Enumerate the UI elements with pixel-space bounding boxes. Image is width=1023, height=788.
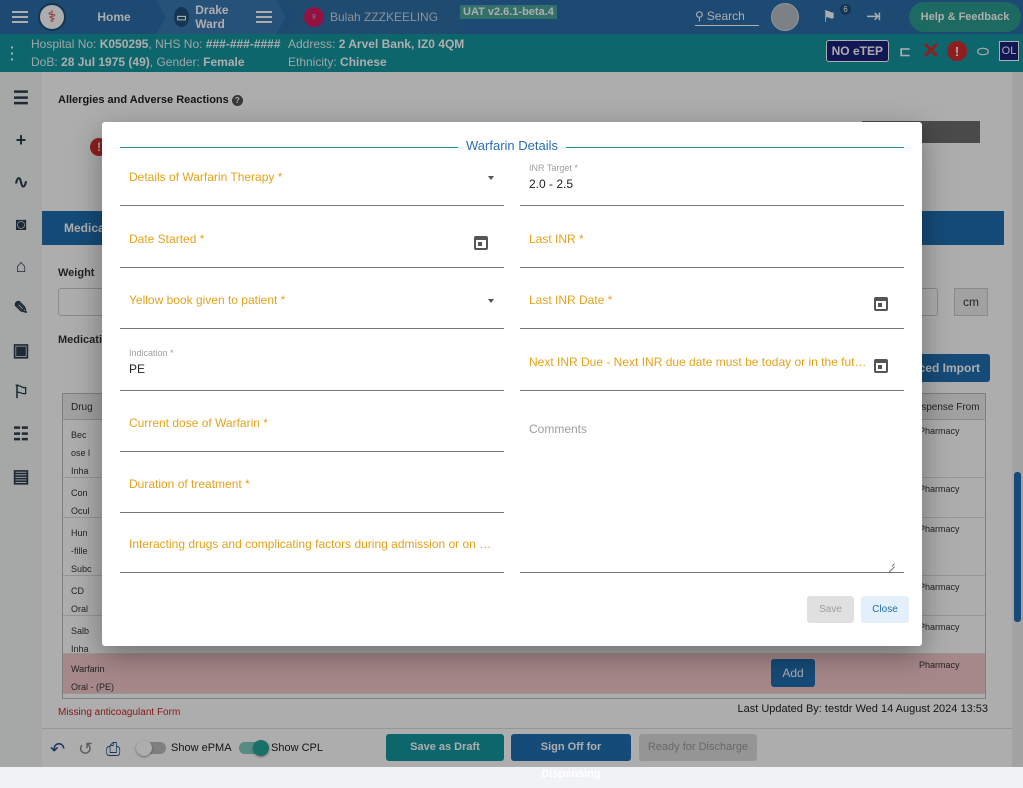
- interacting-drugs-field[interactable]: Interacting drugs and complicating facto…: [120, 525, 504, 573]
- interacting-drugs-label: Interacting drugs and complicating facto…: [129, 536, 495, 551]
- current-dose-field[interactable]: Current dose of Warfarin *: [120, 404, 504, 452]
- yellow-book-select[interactable]: Yellow book given to patient *: [120, 281, 504, 329]
- inr-target-value: 2.0 - 2.5: [529, 177, 574, 191]
- last-inr-date-field[interactable]: Last INR Date *: [520, 281, 904, 329]
- inr-target-field[interactable]: INR Target * 2.0 - 2.5: [520, 158, 904, 206]
- calendar-icon[interactable]: [874, 359, 888, 373]
- dialog-title: Warfarin Details: [102, 138, 922, 153]
- date-started-field[interactable]: Date Started *: [120, 220, 504, 268]
- comments-textarea[interactable]: Comments: [520, 412, 904, 573]
- calendar-icon[interactable]: [474, 236, 488, 250]
- dropdown-arrow-icon: [488, 176, 494, 180]
- indication-field[interactable]: Indication * PE: [120, 343, 504, 391]
- last-inr-field[interactable]: Last INR *: [520, 220, 904, 268]
- therapy-details-label: Details of Warfarin Therapy *: [129, 169, 283, 184]
- date-started-label: Date Started *: [129, 231, 205, 246]
- close-button[interactable]: Close: [861, 596, 909, 623]
- duration-field[interactable]: Duration of treatment *: [120, 465, 504, 513]
- calendar-icon[interactable]: [874, 297, 888, 311]
- indication-value: PE: [129, 362, 146, 376]
- resize-handle-icon[interactable]: [887, 559, 895, 567]
- last-inr-label: Last INR *: [529, 231, 584, 246]
- dialog-title-text: Warfarin Details: [458, 138, 566, 153]
- warfarin-details-dialog: Warfarin Details Details of Warfarin The…: [102, 122, 922, 646]
- indication-label: Indication *: [129, 348, 174, 358]
- therapy-details-select[interactable]: Details of Warfarin Therapy *: [120, 158, 504, 206]
- dropdown-arrow-icon: [488, 299, 494, 303]
- next-inr-due-label: Next INR Due - Next INR due date must be…: [529, 354, 867, 369]
- last-inr-date-label: Last INR Date *: [529, 292, 613, 307]
- yellow-book-label: Yellow book given to patient *: [129, 292, 286, 307]
- save-button[interactable]: Save: [807, 596, 854, 623]
- next-inr-due-field[interactable]: Next INR Due - Next INR due date must be…: [520, 343, 904, 391]
- inr-target-label: INR Target *: [529, 163, 578, 173]
- comments-label: Comments: [529, 422, 588, 436]
- duration-label: Duration of treatment *: [129, 476, 250, 491]
- current-dose-label: Current dose of Warfarin *: [129, 415, 268, 430]
